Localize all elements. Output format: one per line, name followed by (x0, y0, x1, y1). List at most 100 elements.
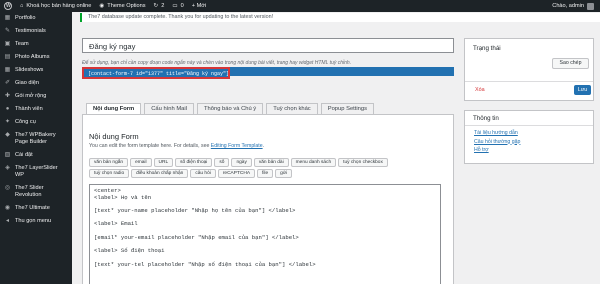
home-icon: ⌂ (20, 3, 24, 9)
tag-generator-button[interactable]: menu danh sách (290, 158, 337, 167)
delete-link[interactable]: Xóa (475, 87, 485, 93)
sidebar-item[interactable]: ✚ Gói mở rộng (0, 90, 72, 103)
sidebar-item[interactable]: ◂ Thu gọn menu (0, 215, 72, 228)
greeting-label: Chào, admin (552, 3, 584, 9)
sidebar-item[interactable]: ▤ Photo Albums (0, 51, 72, 64)
tag-generator-button[interactable]: email (130, 158, 152, 167)
info-box: Thông tin Tài liệu hướng dẫn Câu hỏi thườ… (464, 110, 594, 164)
tag-generator-button[interactable]: tuỳ chọn checkbox (338, 158, 388, 167)
info-link[interactable]: Câu hỏi thường gặp (474, 139, 520, 145)
sidebar-item-label: Cài đặt (15, 152, 33, 158)
info-links: Tài liệu hướng dẫn Câu hỏi thường gặp Hỗ t… (474, 130, 520, 153)
code-line: <label> Họ và tên (94, 193, 152, 201)
team-icon: ▣ (4, 41, 11, 47)
new-content-label: + Mới (191, 3, 207, 9)
sidebar-item-label: Photo Albums (15, 54, 50, 60)
form-template-editor[interactable]: <center> <label> Họ và tên [text* your-nam… (89, 184, 441, 284)
tag-generator-button[interactable]: văn bản ngắn (89, 158, 129, 167)
comment-icon: ▭ (172, 3, 178, 9)
code-line: <label> Email (94, 220, 138, 228)
updates-count: 2 (161, 3, 165, 9)
photo-albums-icon: ▤ (4, 54, 11, 60)
editing-form-template-link[interactable]: Editing Form Template (211, 143, 263, 149)
new-content-link[interactable]: + Mới (188, 0, 210, 12)
tag-generator-buttons: văn bản ngắn email URL số điện thoại số ngày v… (89, 158, 429, 178)
status-divider (465, 81, 593, 82)
help-prefix: You can edit the form template here. For… (89, 143, 211, 149)
sidebar-item[interactable]: ◎ The7 Slider Revolution (0, 182, 72, 202)
sidebar-item-label: The7 Slider Revolution (15, 185, 44, 198)
code-line: [text* your-tel placeholder "Nhập số điệ… (94, 260, 316, 268)
theme-options-link[interactable]: ◉ Theme Options (95, 0, 149, 12)
slideshows-icon: ▦ (4, 67, 11, 73)
update-notice: The7 database update complete. Thank you… (80, 13, 600, 22)
tag-generator-button[interactable]: file (257, 169, 274, 178)
plugins-icon: ✚ (4, 93, 11, 99)
sidebar-item[interactable]: ▣ Team (0, 38, 72, 51)
site-name-link[interactable]: ⌂ Khoá học bán hàng online (16, 0, 95, 12)
form-title-value: Đăng ký ngay (89, 42, 136, 51)
sidebar-item-label: Thành viên (15, 106, 43, 112)
tag-generator-button[interactable]: ngày (231, 158, 252, 167)
tag-generator-button[interactable]: reCAPTCHA (217, 169, 256, 178)
collapse-menu-icon: ◂ (5, 218, 9, 224)
form-title-input[interactable]: Đăng ký ngay (82, 38, 454, 53)
sidebar-item[interactable]: ◆ The7 WPBakery Page Builder (0, 129, 72, 149)
tag-generator-button[interactable]: số điện thoại (175, 158, 213, 167)
sidebar-item-label: Portfolio (15, 15, 36, 21)
my-account-link[interactable]: Chào, admin (552, 2, 600, 10)
info-box-title: Thông tin (473, 115, 499, 122)
form-content-panel: Nội dung Form You can edit the form temp… (82, 114, 454, 284)
sidebar-item[interactable]: ✐ Giao diện (0, 77, 72, 90)
sidebar-item-label: The7 WPBakery Page Builder (15, 132, 56, 145)
updates-link[interactable]: ↻ 2 (150, 0, 169, 12)
save-button[interactable]: Lưu (574, 85, 591, 95)
wordpress-logo-button[interactable] (0, 0, 16, 12)
sidebar-item-label: The7 LayerSlider WP (15, 165, 58, 178)
sidebar-item[interactable]: ◈ The7 LayerSlider WP (0, 162, 72, 182)
admin-bar: ⌂ Khoá học bán hàng online ◉ Theme Optio… (0, 0, 600, 12)
copy-button[interactable]: Sao chép (552, 58, 589, 69)
sidebar-item[interactable]: ✎ Testimonials (0, 25, 72, 38)
code-line: [email* your-email placeholder "Nhập ema… (94, 233, 299, 241)
site-name-label: Khoá học bán hàng online (26, 3, 92, 9)
tag-generator-button[interactable]: số (214, 158, 230, 167)
wordpress-logo-icon (4, 2, 12, 10)
sidebar-item[interactable]: ● Thành viên (0, 103, 72, 116)
tag-generator-button[interactable]: văn bản dài (253, 158, 289, 167)
theme-options-label: Theme Options (107, 3, 146, 9)
sidebar-item[interactable]: ◉ The7 Ultimate (0, 202, 72, 215)
portfolio-icon: ▦ (4, 15, 11, 21)
updates-icon: ↻ (153, 3, 159, 9)
theme-options-icon: ◉ (99, 3, 105, 9)
tag-generator-button[interactable]: điều khoản chấp nhận (131, 169, 189, 178)
tag-generator-button[interactable]: tuỳ chọn radio (89, 169, 130, 178)
panel-title: Nội dung Form (89, 132, 139, 141)
tag-generator-button[interactable]: URL (153, 158, 174, 167)
info-divider (465, 125, 593, 126)
admin-sidebar: ▦ Portfolio ✎ Testimonials ▣ Team ▤ Photo Album… (0, 12, 72, 284)
comments-link[interactable]: ▭ 0 (168, 0, 187, 12)
sidebar-item-label: Testimonials (15, 28, 46, 34)
code-line: [text* your-name placeholder "Nhập họ tê… (94, 207, 296, 215)
sidebar-item-label: Thu gọn menu (15, 218, 52, 224)
users-icon: ● (5, 106, 10, 112)
shortcode-field[interactable]: [contact-form-7 id="1377" title="Đăng ký… (82, 67, 230, 79)
settings-icon: ▧ (4, 152, 11, 158)
code-line: <label> Số điện thoại (94, 247, 165, 255)
tag-generator-button[interactable]: câu hỏi (190, 169, 216, 178)
avatar (587, 2, 594, 10)
sidebar-item[interactable]: ▧ Cài đặt (0, 149, 72, 162)
sidebar-item-label: Slideshows (15, 67, 44, 73)
tools-icon: ✦ (4, 119, 11, 125)
sidebar-item[interactable]: ✦ Công cụ (0, 116, 72, 129)
sidebar-item-label: Giao diện (15, 80, 39, 86)
appearance-icon: ✐ (4, 80, 11, 86)
tag-generator-button[interactable]: gửi (275, 169, 293, 178)
sidebar-item-label: Công cụ (15, 119, 36, 125)
info-link[interactable]: Tài liệu hướng dẫn (474, 130, 520, 136)
sidebar-item[interactable]: ▦ Portfolio (0, 12, 72, 25)
sidebar-item[interactable]: ▦ Slideshows (0, 64, 72, 77)
status-box-title: Trạng thái (473, 45, 501, 52)
info-link[interactable]: Hỗ trợ (474, 147, 520, 153)
